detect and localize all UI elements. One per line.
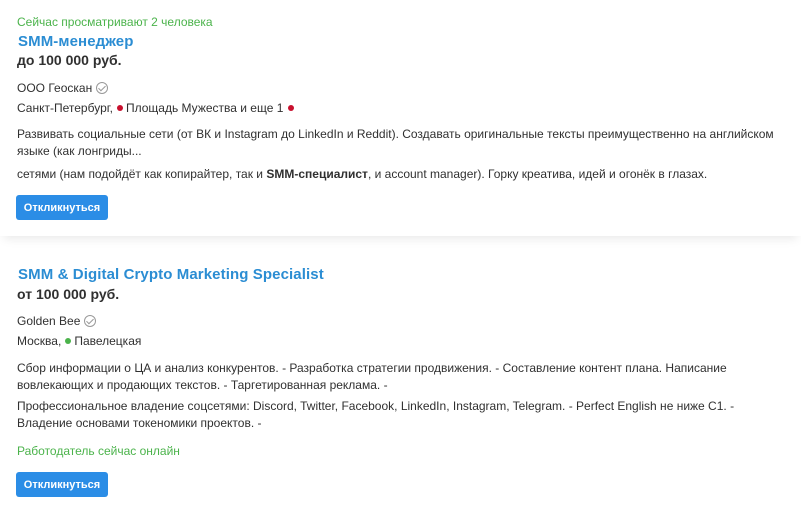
salary: от 100 000 руб. xyxy=(17,286,120,302)
vacancy-card: Сейчас просматривают 2 человека SMM-мене… xyxy=(0,0,801,236)
company-link[interactable]: ООО Геоскан xyxy=(17,81,92,95)
vacancy-title-link[interactable]: SMM & Digital Crypto Marketing Specialis… xyxy=(18,266,324,283)
vacancy-requirement: Профессиональное владение соцсетями: Dis… xyxy=(17,399,735,430)
requirement-text: сетями (нам подойдёт как копирайтер, так… xyxy=(17,167,267,181)
metro-dot-icon xyxy=(116,105,123,111)
vacancy-title-link[interactable]: SMM-менеджер xyxy=(18,33,134,50)
vacancy-card: SMM & Digital Crypto Marketing Specialis… xyxy=(0,250,801,514)
respond-button[interactable]: Откликнуться xyxy=(16,472,108,497)
location-row: Москва, Павелецкая xyxy=(17,334,141,348)
vacancy-responsibility: Развивать социальные сети (от ВК и Insta… xyxy=(17,127,774,158)
requirement-highlight: SMM-специалист xyxy=(266,167,368,181)
verified-check-icon xyxy=(96,82,109,94)
metro-dot-icon xyxy=(288,105,295,111)
respond-button[interactable]: Откликнуться xyxy=(16,195,108,220)
company-link[interactable]: Golden Bee xyxy=(17,314,80,328)
employer-online-status: Работодатель сейчас онлайн xyxy=(17,444,180,458)
metro-station: Павелецкая xyxy=(74,334,142,348)
viewers-count: Сейчас просматривают 2 человека xyxy=(17,15,213,29)
vacancy-requirement: сетями (нам подойдёт как копирайтер, так… xyxy=(17,166,787,183)
metro-station: Площадь Мужества и еще 1 xyxy=(125,101,284,115)
salary: до 100 000 руб. xyxy=(17,52,122,68)
city: Санкт-Петербург, xyxy=(17,101,113,115)
metro-dot-icon xyxy=(65,338,72,344)
company-row: Golden Bee xyxy=(17,314,97,328)
verified-check-icon xyxy=(84,315,97,327)
requirement-text: , и account manager). Горку креатива, ид… xyxy=(367,167,708,181)
city: Москва, xyxy=(17,334,62,348)
location-row: Санкт-Петербург, Площадь Мужества и еще … xyxy=(17,101,297,115)
vacancy-responsibility: Сбор информации о ЦА и анализ конкуренто… xyxy=(17,361,727,392)
company-row: ООО Геоскан xyxy=(17,81,109,95)
